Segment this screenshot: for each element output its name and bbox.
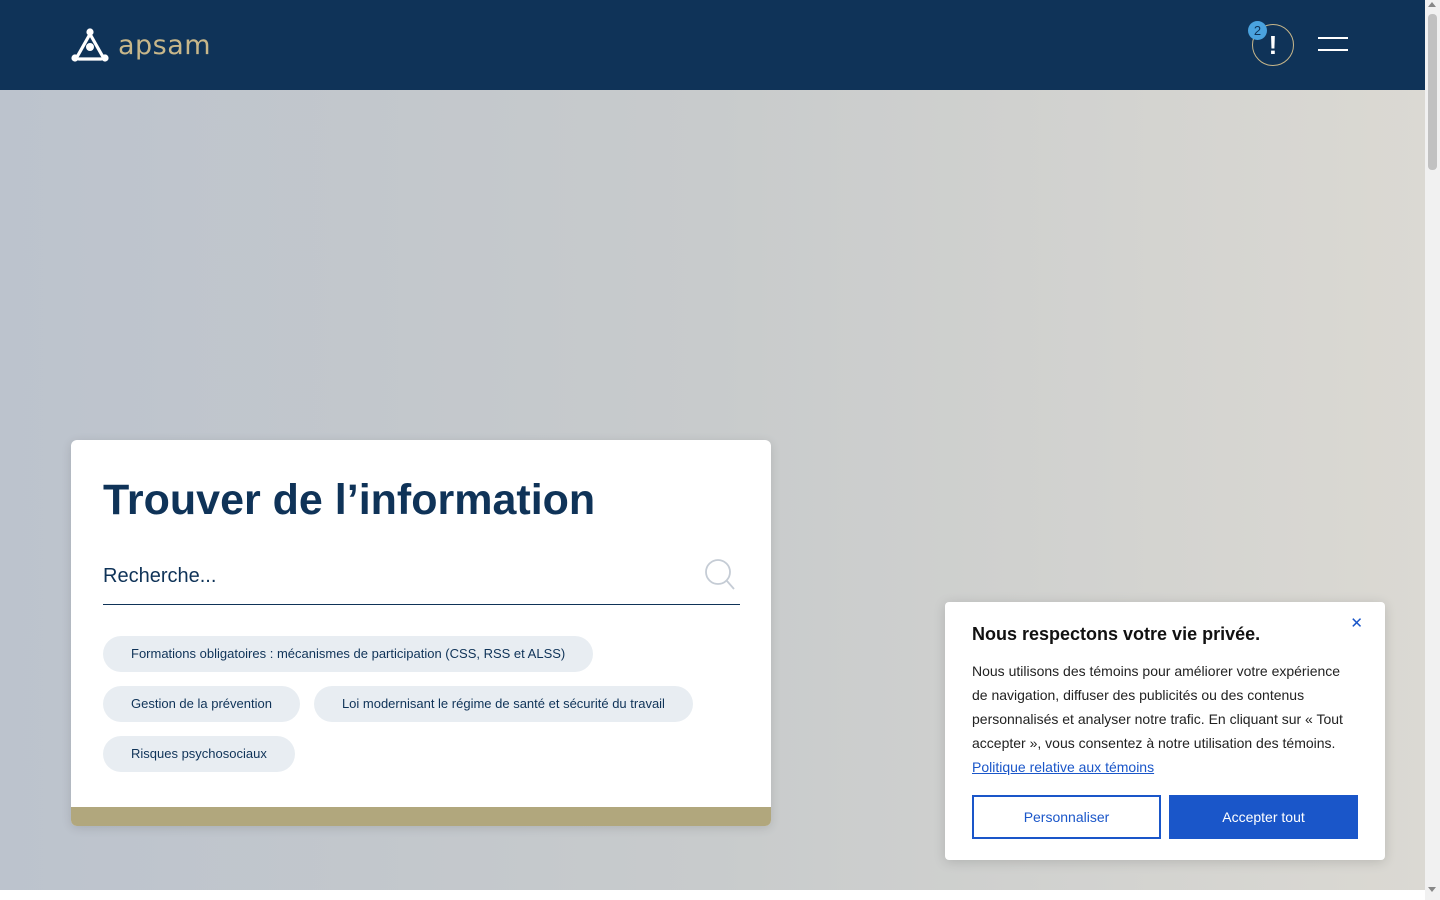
page-scrollbar[interactable] [1425, 0, 1440, 900]
suggestion-chips: Formations obligatoires : mécanismes de … [103, 636, 743, 786]
cookie-actions: Personnaliser Accepter tout [972, 795, 1358, 839]
chip-row: Risques psychosociaux [103, 736, 743, 772]
search-title: Trouver de l’information [103, 476, 596, 524]
chip-row: Gestion de la prévention Loi modernisant… [103, 686, 743, 722]
cookie-title: Nous respectons votre vie privée. [972, 624, 1261, 644]
scroll-down-icon[interactable] [1428, 887, 1436, 892]
search-card: Trouver de l’information Formations obli… [71, 440, 771, 826]
card-gold-bar [71, 807, 771, 826]
scroll-thumb[interactable] [1428, 14, 1437, 170]
chip-formations[interactable]: Formations obligatoires : mécanismes de … [103, 636, 594, 672]
apsam-logo-icon [71, 28, 109, 62]
cookie-text: Nous utilisons des témoins pour améliore… [972, 659, 1358, 779]
chip-risques-psychosociaux[interactable]: Risques psychosociaux [103, 736, 295, 772]
customize-button[interactable]: Personnaliser [972, 795, 1161, 839]
site-header: apsam ! 2 [0, 0, 1425, 90]
cookie-policy-link[interactable]: Politique relative aux témoins [972, 759, 1154, 775]
search-field [103, 556, 740, 605]
accept-all-button[interactable]: Accepter tout [1169, 795, 1358, 839]
apsam-logo[interactable]: apsam [70, 27, 211, 63]
cookie-banner: ✕ Nous respectons votre vie privée. Nous… [945, 602, 1385, 860]
scroll-up-icon[interactable] [1428, 2, 1436, 7]
close-icon[interactable]: ✕ [1350, 614, 1363, 632]
hamburger-menu-icon[interactable] [1318, 37, 1348, 53]
chip-gestion-prevention[interactable]: Gestion de la prévention [103, 686, 300, 722]
cookie-body: Nous utilisons des témoins pour améliore… [972, 663, 1343, 751]
search-input[interactable] [103, 556, 693, 596]
chip-row: Formations obligatoires : mécanismes de … [103, 636, 743, 672]
logo-text: apsam [118, 29, 212, 61]
alert-count-badge: 2 [1248, 21, 1267, 40]
chip-loi-modernisant[interactable]: Loi modernisant le régime de santé et sé… [313, 686, 693, 722]
search-icon[interactable] [704, 558, 736, 592]
